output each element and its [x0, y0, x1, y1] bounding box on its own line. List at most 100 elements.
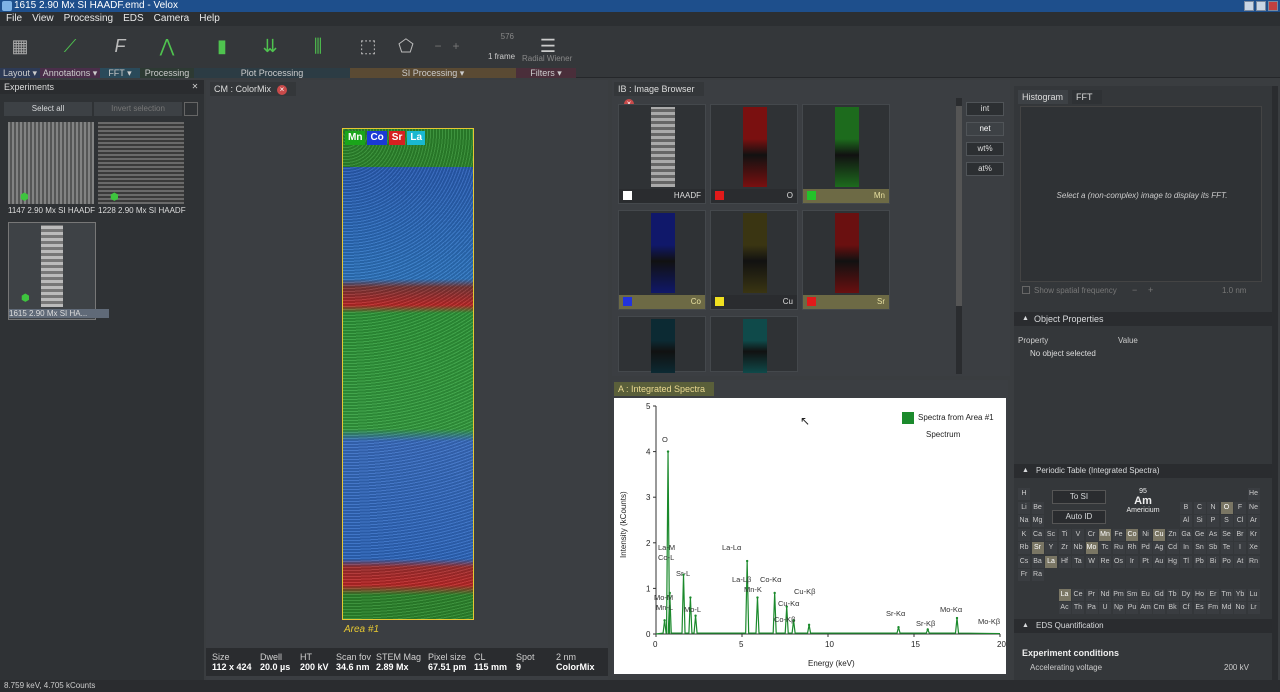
element-li[interactable]: Li: [1018, 501, 1030, 514]
element-nd[interactable]: Nd: [1099, 588, 1111, 601]
element-ga[interactable]: Ga: [1180, 528, 1192, 541]
element-f[interactable]: F: [1234, 501, 1246, 514]
element-tc[interactable]: Tc: [1099, 542, 1111, 554]
element-se[interactable]: Se: [1220, 528, 1233, 541]
element-c[interactable]: C: [1193, 501, 1206, 514]
menu-help[interactable]: Help: [199, 12, 220, 26]
element-md[interactable]: Md: [1220, 602, 1233, 614]
element-sr[interactable]: Sr: [1031, 542, 1044, 554]
element-n[interactable]: N: [1207, 501, 1219, 514]
right-scrollbar[interactable]: [1272, 86, 1278, 680]
element-tl[interactable]: Tl: [1180, 555, 1192, 568]
element-hf[interactable]: Hf: [1058, 555, 1071, 568]
element-o[interactable]: O: [1220, 501, 1233, 514]
element-er[interactable]: Er: [1207, 588, 1219, 601]
element-pm[interactable]: Pm: [1112, 588, 1125, 601]
plot-peak-icon[interactable]: ⇊: [258, 34, 282, 58]
element-pa[interactable]: Pa: [1085, 602, 1098, 614]
element-te[interactable]: Te: [1220, 542, 1233, 554]
image-tile[interactable]: [710, 316, 798, 373]
element-w[interactable]: W: [1085, 555, 1098, 568]
element-nb[interactable]: Nb: [1072, 542, 1084, 554]
element-mn[interactable]: Mn: [1099, 528, 1111, 541]
spatial-plus-icon[interactable]: +: [1148, 285, 1153, 295]
element-at[interactable]: At: [1234, 555, 1246, 568]
plus-icon[interactable]: +: [444, 34, 468, 58]
element-kr[interactable]: Kr: [1247, 528, 1260, 541]
minimize-button[interactable]: [1244, 1, 1254, 11]
group-plot-processing[interactable]: Plot Processing: [194, 68, 350, 78]
element-pr[interactable]: Pr: [1085, 588, 1098, 601]
colormix-image-frame[interactable]: Mn Co Sr La: [342, 128, 474, 620]
experiment-thumb[interactable]: ⬢ 1228 2.90 Mx SI HAADF: [98, 122, 186, 215]
element-la[interactable]: La: [1058, 588, 1071, 601]
element-ir[interactable]: Ir: [1126, 555, 1138, 568]
element-al[interactable]: Al: [1180, 515, 1192, 527]
element-ru[interactable]: Ru: [1112, 542, 1125, 554]
collapse-icon[interactable]: ▲: [1022, 464, 1029, 478]
image-tile[interactable]: Cu: [710, 210, 798, 310]
element-tb[interactable]: Tb: [1166, 588, 1179, 601]
element-cd[interactable]: Cd: [1166, 542, 1179, 554]
wt-percent-button[interactable]: wt%: [966, 142, 1004, 156]
element-as[interactable]: As: [1207, 528, 1219, 541]
element-ca[interactable]: Ca: [1031, 528, 1044, 541]
element-dy[interactable]: Dy: [1180, 588, 1192, 601]
si-crop-icon[interactable]: ⬚: [356, 34, 380, 58]
auto-id-button[interactable]: Auto ID: [1052, 510, 1106, 524]
element-p[interactable]: P: [1207, 515, 1219, 527]
element-hg[interactable]: Hg: [1166, 555, 1179, 568]
element-in[interactable]: In: [1180, 542, 1192, 554]
spectra-tab[interactable]: A : Integrated Spectra×: [614, 382, 714, 409]
image-tile[interactable]: HAADF: [618, 104, 706, 204]
element-th[interactable]: Th: [1072, 602, 1084, 614]
element-bk[interactable]: Bk: [1166, 602, 1179, 614]
element-si[interactable]: Si: [1193, 515, 1206, 527]
close-button[interactable]: [1268, 1, 1278, 11]
image-tile[interactable]: Co: [618, 210, 706, 310]
element-no[interactable]: No: [1234, 602, 1246, 614]
group-processing[interactable]: Processing: [140, 68, 194, 78]
eds-quant-header[interactable]: ▲ EDS Quantification: [1014, 619, 1272, 633]
plot-multi-icon[interactable]: ⫼: [306, 34, 330, 58]
spatial-minus-icon[interactable]: −: [1132, 285, 1137, 295]
element-u[interactable]: U: [1099, 602, 1111, 614]
element-pt[interactable]: Pt: [1139, 555, 1152, 568]
spectrum-plot-area[interactable]: 0 1 2 3 4 5 0 5 10 15 20 Intensity (kCounts) Energy …: [614, 398, 1006, 674]
element-fm[interactable]: Fm: [1207, 602, 1219, 614]
int-button[interactable]: int: [966, 102, 1004, 116]
element-ho[interactable]: Ho: [1193, 588, 1206, 601]
group-filters[interactable]: Filters ▾: [516, 68, 576, 78]
element-fe[interactable]: Fe: [1112, 528, 1125, 541]
element-v[interactable]: V: [1072, 528, 1084, 541]
element-ag[interactable]: Ag: [1153, 542, 1165, 554]
element-ba[interactable]: Ba: [1031, 555, 1044, 568]
element-gd[interactable]: Gd: [1153, 588, 1165, 601]
image-tile[interactable]: O: [710, 104, 798, 204]
to-si-button[interactable]: To SI: [1052, 490, 1106, 504]
element-ac[interactable]: Ac: [1058, 602, 1071, 614]
element-np[interactable]: Np: [1112, 602, 1125, 614]
element-zn[interactable]: Zn: [1166, 528, 1179, 541]
element-y[interactable]: Y: [1045, 542, 1057, 554]
image-tile[interactable]: [618, 316, 706, 373]
element-la[interactable]: La: [1045, 555, 1057, 568]
element-br[interactable]: Br: [1234, 528, 1246, 541]
element-sn[interactable]: Sn: [1193, 542, 1206, 554]
element-h[interactable]: H: [1018, 488, 1030, 500]
element-i[interactable]: I: [1234, 542, 1246, 554]
element-ar[interactable]: Ar: [1247, 515, 1260, 527]
experiment-thumb[interactable]: ⬢ 1147 2.90 Mx SI HAADF: [8, 122, 95, 215]
element-mo[interactable]: Mo: [1085, 542, 1098, 554]
invert-selection-button[interactable]: Invert selection: [94, 102, 182, 116]
element-ta[interactable]: Ta: [1072, 555, 1084, 568]
object-properties-header[interactable]: ▲ Object Properties: [1014, 312, 1272, 326]
image-browser-tab[interactable]: IB : Image Browser×: [614, 82, 704, 109]
element-cr[interactable]: Cr: [1085, 528, 1098, 541]
element-ra[interactable]: Ra: [1031, 569, 1044, 581]
scrollbar[interactable]: [956, 98, 962, 374]
layout-icon[interactable]: ▦: [8, 34, 32, 58]
element-au[interactable]: Au: [1153, 555, 1165, 568]
plot-bar-icon[interactable]: ▮: [210, 34, 234, 58]
element-ne[interactable]: Ne: [1247, 501, 1260, 514]
